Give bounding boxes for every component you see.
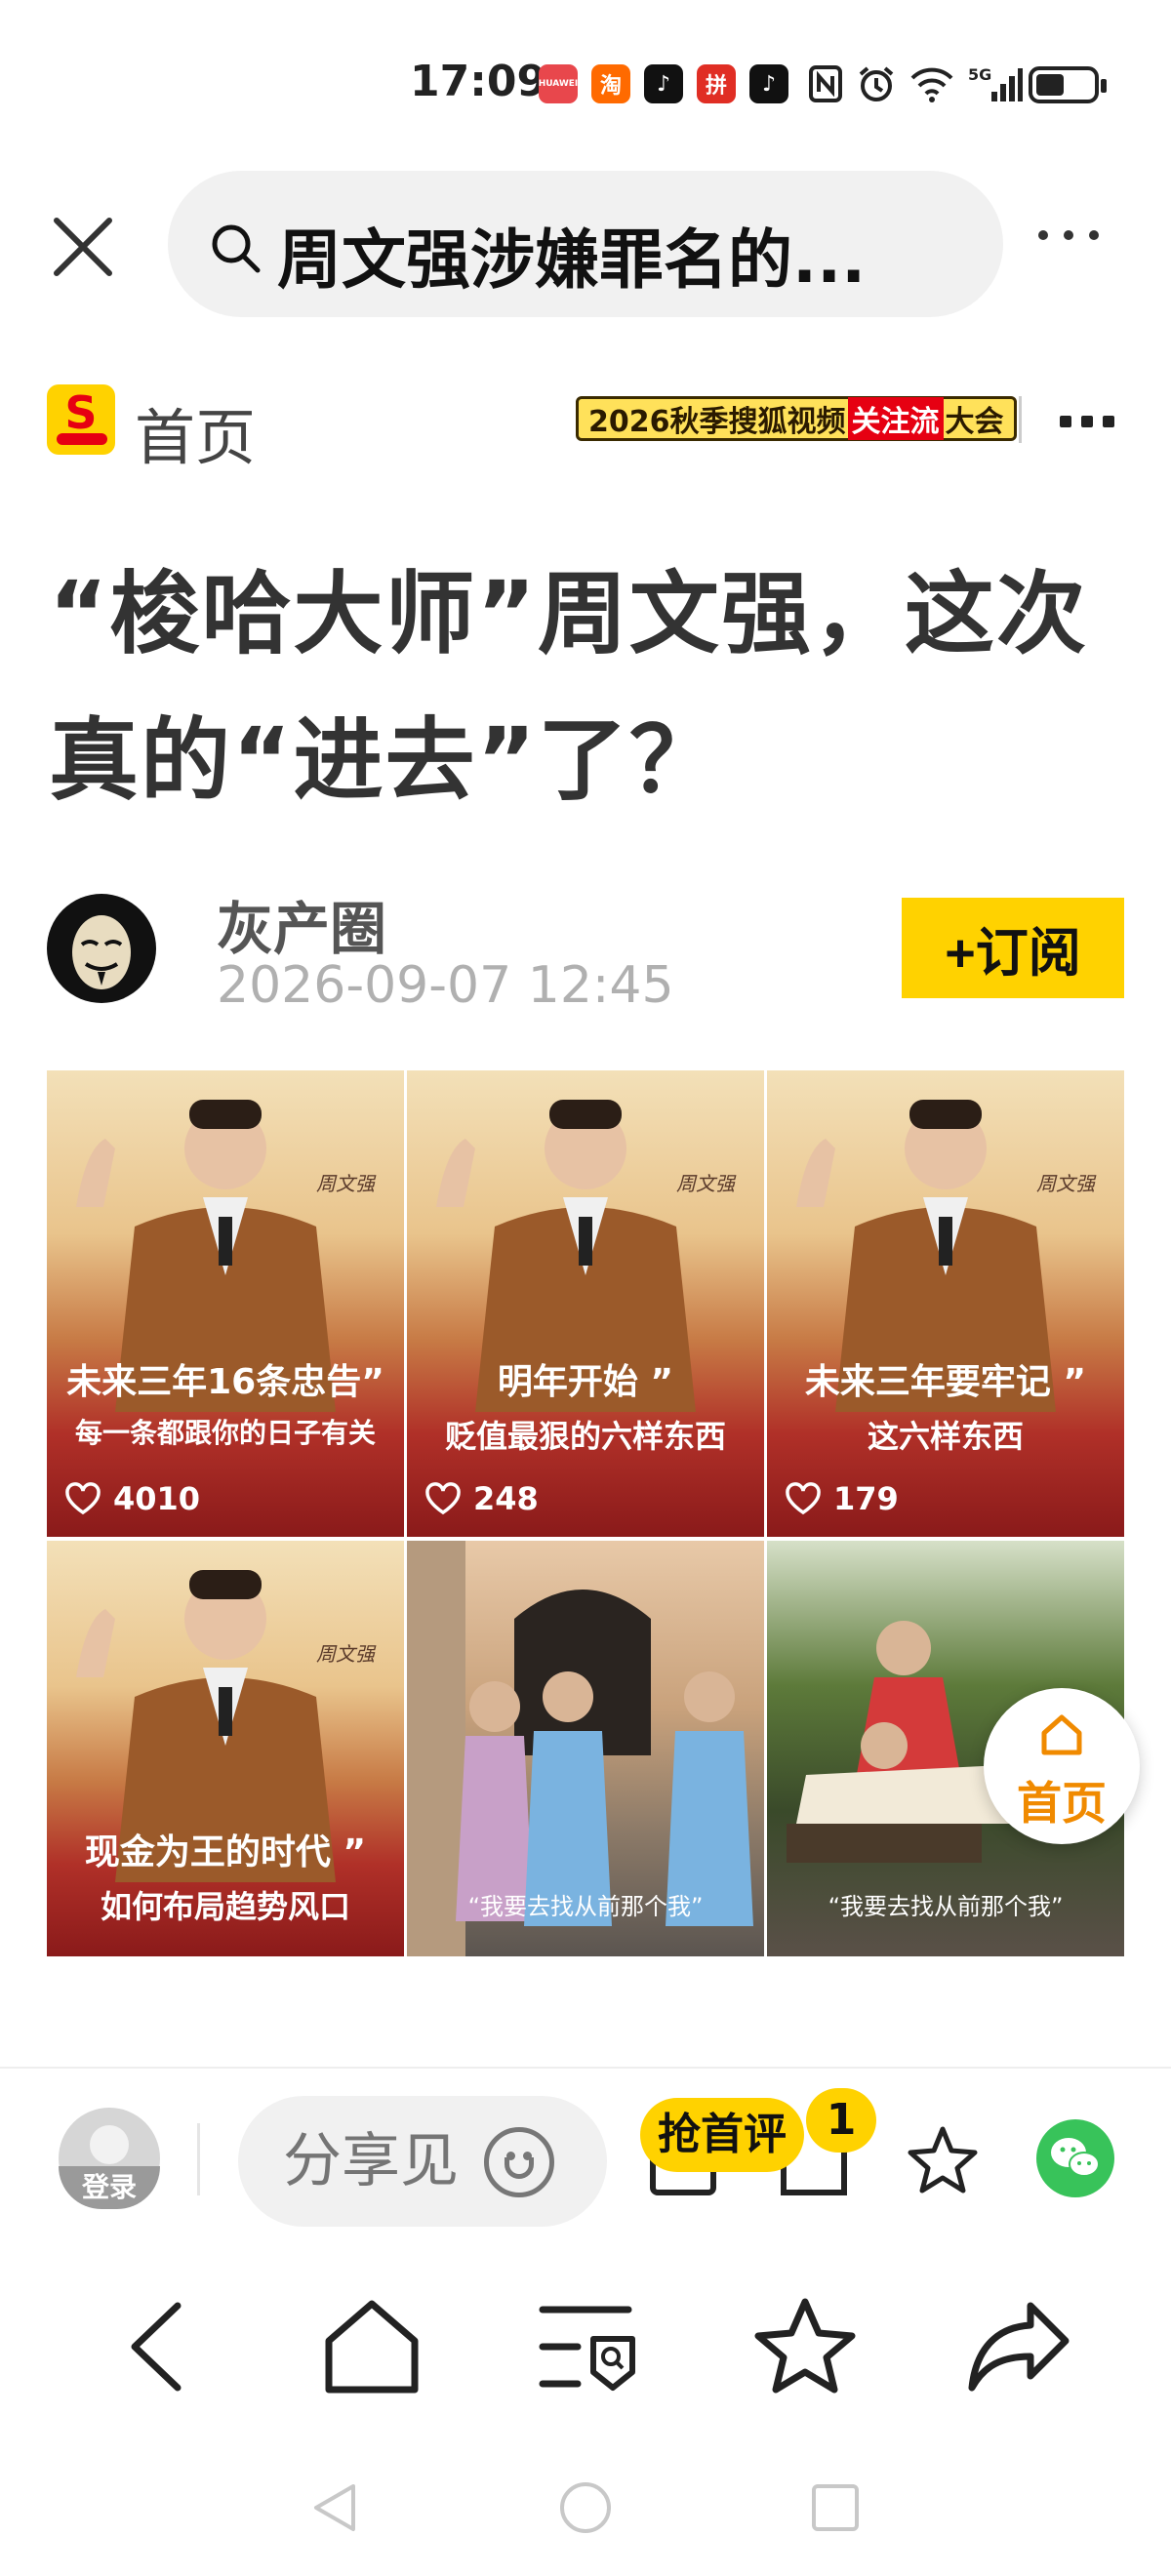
more-options-button[interactable] <box>1038 230 1099 240</box>
divider <box>197 2123 200 2195</box>
tile-subtitle: 这六样东西 <box>867 1418 1024 1455</box>
alarm-icon <box>859 66 894 101</box>
emoji-button[interactable] <box>484 2127 554 2197</box>
close-button[interactable] <box>49 213 117 281</box>
system-icons: 5G <box>808 64 1023 103</box>
status-bar: 17:09 HUAWEI 淘 ♪ 拼 ♪ 5G <box>0 0 1171 166</box>
heart-icon <box>65 1482 101 1515</box>
tiktok-icon: ♪ <box>749 64 788 103</box>
floating-home-button[interactable]: 首页 <box>984 1688 1140 1844</box>
wechat-icon <box>1051 2138 1100 2177</box>
tabs-search-button[interactable] <box>535 2293 642 2400</box>
article-headline: “梭哈大师”周文强，这次真的“进去”了？ <box>49 562 1088 813</box>
divider <box>1019 396 1022 443</box>
tile-title: 未来三年16条忠告” <box>66 1362 384 1402</box>
tile-subtitle: 每一条都跟你的日子有关 <box>74 1417 376 1449</box>
like-count[interactable]: 4010 <box>64 1480 200 1517</box>
close-icon <box>54 218 112 276</box>
status-time: 17:09 <box>410 57 547 106</box>
tile-subtitle: 贬值最狠的六样东西 <box>444 1418 726 1455</box>
home-icon <box>1041 1714 1082 1755</box>
share-arrow-icon <box>968 2302 1070 2392</box>
heart-icon <box>425 1482 461 1515</box>
svg-text:5G: 5G <box>968 65 991 84</box>
bookmark-button[interactable] <box>751 2293 859 2400</box>
event-banner[interactable]: 2026秋季搜狐视频 关注流 大会 <box>576 396 1017 441</box>
back-button[interactable] <box>101 2293 209 2400</box>
taobao-icon: 淘 <box>591 64 630 103</box>
subscribe-button[interactable]: +订阅 <box>902 898 1124 998</box>
notification-icons: HUAWEI 淘 ♪ 拼 ♪ <box>539 64 788 103</box>
heart-icon <box>786 1482 821 1515</box>
like-count[interactable]: 248 <box>424 1480 539 1517</box>
sohu-logo[interactable]: S <box>47 384 115 455</box>
home-button[interactable] <box>318 2293 425 2400</box>
system-navigation <box>0 2459 1171 2556</box>
system-back-icon[interactable] <box>310 2480 359 2535</box>
list-search-icon <box>539 2306 635 2391</box>
signal-icon: 5G <box>968 65 1023 101</box>
tile-title: 未来三年要牢记 ” <box>804 1362 1087 1402</box>
image-tile[interactable]: 周文强 现金为王的时代 ” 如何布局趋势风口 <box>47 1541 404 1956</box>
tile-title: 现金为王的时代 ” <box>84 1832 367 1872</box>
like-count[interactable]: 179 <box>785 1480 899 1517</box>
wechat-share-button[interactable] <box>1036 2119 1114 2197</box>
system-home-icon[interactable] <box>558 2480 613 2535</box>
author-avatar[interactable] <box>47 894 156 1003</box>
photo-caption: “我要去找从前那个我” <box>467 1893 704 1920</box>
comment-bar: 登录 抢首评 1 <box>0 2067 1171 2252</box>
douyin-icon: ♪ <box>644 64 683 103</box>
post-time: 2026-09-07 12:45 <box>217 956 674 1015</box>
wifi-icon <box>910 67 953 102</box>
system-recents-icon[interactable] <box>810 2482 861 2533</box>
favorite-star-icon[interactable] <box>906 2123 980 2197</box>
star-icon <box>754 2298 856 2394</box>
search-query[interactable]: 周文强涉嫌罪名的... <box>277 208 980 302</box>
battery-icon <box>1029 66 1107 103</box>
site-home-link[interactable]: 首页 <box>135 388 256 476</box>
huawei-icon: HUAWEI <box>539 64 578 103</box>
image-tile[interactable]: 周文强 未来三年要牢记 ” 这六样东西 179 <box>767 1070 1124 1537</box>
author-name[interactable]: 灰产圈 <box>217 883 386 965</box>
pinduoduo-icon: 拼 <box>697 64 736 103</box>
comment-count-badge: 1 <box>806 2088 876 2153</box>
first-comment-badge[interactable]: 抢首评 <box>640 2098 804 2172</box>
back-arrow-icon <box>131 2302 182 2392</box>
tile-subtitle: 如何布局趋势风口 <box>100 1888 350 1925</box>
image-tile[interactable]: “我要去找从前那个我” <box>407 1541 764 1956</box>
site-menu-button[interactable] <box>1060 416 1114 427</box>
photo-caption: “我要去找从前那个我” <box>828 1893 1064 1920</box>
image-grid: 周文强 未来三年16条忠告” 每一条都跟你的日子有关 4010 周文强 明年开始… <box>47 1070 1124 1956</box>
nfc-icon <box>809 65 842 102</box>
image-tile[interactable]: 周文强 未来三年16条忠告” 每一条都跟你的日子有关 4010 <box>47 1070 404 1537</box>
share-button[interactable] <box>966 2293 1073 2400</box>
browser-navigation <box>0 2264 1171 2420</box>
search-bar[interactable]: 周文强涉嫌罪名的... <box>168 171 1003 317</box>
image-tile[interactable]: 周文强 明年开始 ” 贬值最狠的六样东西 248 <box>407 1070 764 1537</box>
tile-title: 明年开始 ” <box>497 1362 674 1402</box>
home-icon <box>325 2300 419 2394</box>
search-icon <box>212 224 261 273</box>
